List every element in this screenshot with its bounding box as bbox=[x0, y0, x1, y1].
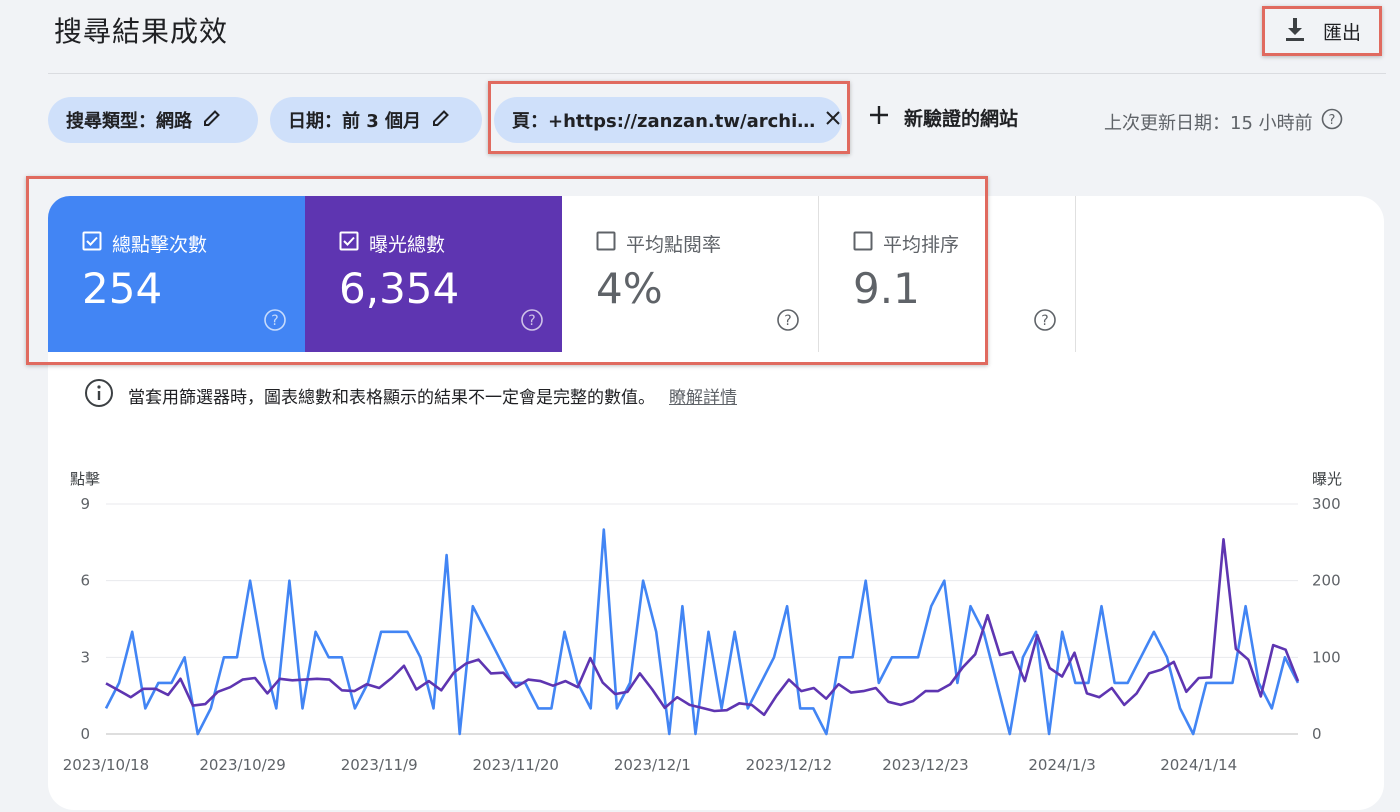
notice-text: 當套用篩選器時，圖表總數和表格顯示的結果不一定會是完整的數值。 bbox=[128, 388, 655, 408]
y-left-tick-label: 3 bbox=[80, 648, 90, 666]
performance-chart: 點擊 曝光 0 3 6 9 0 100 200 300 2023/10/18 2023/10/29 20… bbox=[48, 440, 1384, 800]
y-right-tick-label: 300 bbox=[1312, 495, 1341, 513]
x-tick-label: 2023/12/12 bbox=[746, 756, 832, 774]
x-tick-label: 2023/11/20 bbox=[473, 756, 559, 774]
search-type-filter-label: 搜尋類型：網路 bbox=[66, 111, 192, 132]
filter-notice: 當套用篩選器時，圖表總數和表格顯示的結果不一定會是完整的數值。 瞭解詳情 bbox=[84, 378, 737, 413]
plus-icon bbox=[868, 104, 890, 131]
edit-pencil-icon[interactable] bbox=[431, 108, 451, 133]
search-type-filter-chip[interactable]: 搜尋類型：網路 bbox=[48, 97, 258, 143]
info-icon bbox=[84, 378, 114, 413]
svg-text:?: ? bbox=[1328, 113, 1335, 128]
download-icon bbox=[1283, 16, 1307, 46]
x-tick-label: 2024/1/14 bbox=[1160, 756, 1237, 774]
date-filter-chip[interactable]: 日期：前 3 個月 bbox=[270, 97, 482, 143]
clicks-series-line bbox=[104, 528, 1300, 736]
y-left-tick-label: 0 bbox=[80, 725, 90, 743]
learn-more-link[interactable]: 瞭解詳情 bbox=[669, 383, 737, 408]
y-right-tick-label: 0 bbox=[1312, 725, 1322, 743]
new-site-button[interactable]: 新驗證的網站 bbox=[868, 104, 1018, 131]
y-left-tick-label: 9 bbox=[80, 495, 90, 513]
help-icon[interactable]: ? bbox=[1033, 308, 1057, 336]
x-tick-label: 2024/1/3 bbox=[1028, 756, 1095, 774]
y-axis-left-title: 點擊 bbox=[70, 470, 100, 488]
x-tick-label: 2023/12/23 bbox=[882, 756, 968, 774]
export-label: 匯出 bbox=[1322, 21, 1361, 44]
page-filter-highlight bbox=[488, 81, 850, 154]
last-update-text: 上次更新日期：15 小時前 bbox=[1104, 112, 1313, 134]
help-icon[interactable]: ? bbox=[1321, 108, 1343, 135]
date-filter-label: 日期：前 3 個月 bbox=[288, 111, 422, 132]
new-site-label: 新驗證的網站 bbox=[904, 108, 1019, 130]
y-axis-right-title: 曝光 bbox=[1312, 470, 1342, 488]
x-tick-label: 2023/11/9 bbox=[341, 756, 418, 774]
chart-svg: 點擊 曝光 0 3 6 9 0 100 200 300 2023/10/18 2023/10/29 20… bbox=[63, 470, 1342, 774]
last-update: 上次更新日期：15 小時前 ? bbox=[1104, 108, 1343, 135]
x-tick-label: 2023/10/29 bbox=[199, 756, 285, 774]
metric-cards-highlight bbox=[26, 176, 988, 365]
edit-pencil-icon[interactable] bbox=[202, 108, 222, 133]
x-tick-label: 2023/10/18 bbox=[63, 756, 149, 774]
y-right-tick-label: 200 bbox=[1312, 572, 1341, 590]
export-button[interactable]: 匯出 bbox=[1262, 6, 1382, 56]
y-right-tick-label: 100 bbox=[1312, 648, 1341, 666]
svg-text:?: ? bbox=[1041, 313, 1048, 329]
y-left-tick-label: 6 bbox=[80, 572, 90, 590]
header-divider bbox=[48, 73, 1386, 74]
page-title: 搜尋結果成效 bbox=[54, 15, 229, 48]
x-tick-label: 2023/12/1 bbox=[614, 756, 691, 774]
